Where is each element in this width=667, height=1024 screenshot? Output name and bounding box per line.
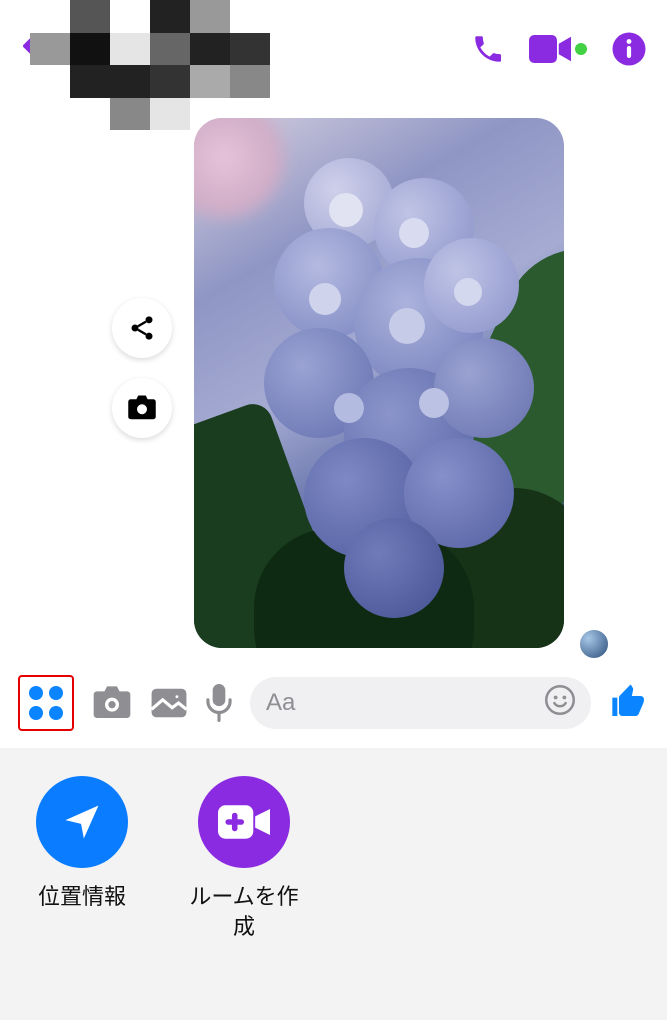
create-room-label: ルームを作成 [184, 882, 304, 941]
microphone-button[interactable] [206, 684, 232, 722]
create-room-action[interactable]: ルームを作成 [184, 776, 304, 992]
location-icon [36, 776, 128, 868]
emoji-picker-button[interactable] [545, 685, 575, 722]
create-room-icon [198, 776, 290, 868]
sent-image-message[interactable] [194, 118, 564, 648]
camera-button[interactable] [92, 686, 132, 720]
quick-actions-panel: 位置情報 ルームを作成 [0, 748, 667, 1020]
conversation-area [0, 98, 667, 658]
chat-info-button[interactable] [611, 31, 647, 67]
video-call-button[interactable] [529, 34, 571, 64]
input-placeholder: Aa [266, 689, 295, 717]
gallery-button[interactable] [150, 687, 188, 719]
seen-indicator-avatar [578, 628, 610, 660]
message-input-bar: Aa [0, 658, 667, 748]
message-camera-button[interactable] [112, 378, 172, 438]
chat-header [0, 0, 667, 98]
location-action[interactable]: 位置情報 [22, 776, 142, 992]
location-label: 位置情報 [38, 882, 126, 912]
more-apps-icon [29, 686, 63, 720]
online-status-dot [575, 43, 587, 55]
more-apps-button[interactable] [18, 675, 74, 731]
voice-call-button[interactable] [471, 32, 505, 66]
thumbs-up-button[interactable] [609, 681, 649, 726]
share-button[interactable] [112, 298, 172, 358]
message-text-input[interactable]: Aa [250, 677, 591, 729]
